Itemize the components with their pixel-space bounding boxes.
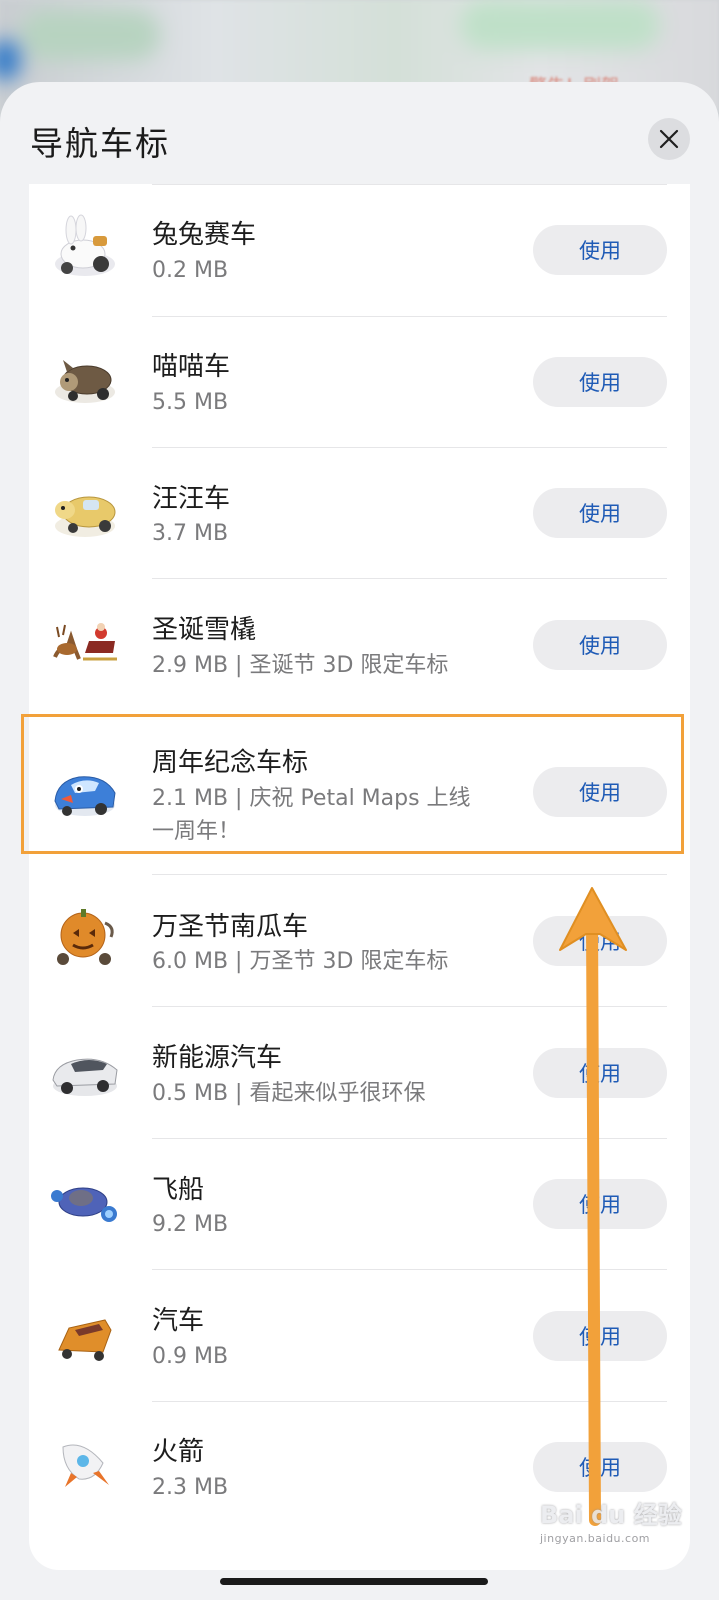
use-button[interactable]: 使用 (533, 488, 667, 538)
item-meta: 2.1 MB | 庆祝 Petal Maps 上线一周年！ (152, 786, 471, 844)
watermark-main: Bai du 经验 (540, 1501, 682, 1529)
watermark-sub: jingyan.baidu.com (540, 1532, 651, 1545)
home-indicator[interactable] (220, 1578, 488, 1585)
item-name: 飞船 (152, 1175, 205, 1205)
close-button[interactable] (648, 118, 690, 160)
pumpkin-car-icon (57, 909, 114, 965)
divider (152, 316, 667, 317)
item-name: 圣诞雪橇 (152, 615, 257, 645)
divider (152, 874, 667, 875)
item-meta: 9.2 MB (152, 1212, 229, 1237)
item-meta: 2.3 MB (152, 1475, 229, 1500)
item-name: 汪汪车 (152, 484, 231, 514)
divider (152, 447, 667, 448)
item-meta: 2.9 MB | 圣诞节 3D 限定车标 (152, 653, 449, 678)
rocket-icon (62, 1444, 109, 1487)
spaceship-icon (51, 1187, 117, 1222)
use-button[interactable]: 使用 (533, 357, 667, 407)
christmas-sleigh-icon (53, 623, 117, 661)
rabbit-car-icon (55, 214, 115, 276)
item-meta: 6.0 MB | 万圣节 3D 限定车标 (152, 949, 449, 974)
sheet-title: 导航车标 (30, 124, 170, 163)
close-icon (659, 129, 679, 149)
item-name: 汽车 (152, 1306, 205, 1336)
cat-car-icon (55, 360, 115, 403)
divider (152, 578, 667, 579)
item-name: 火箭 (152, 1437, 205, 1467)
dog-car-icon (55, 496, 116, 537)
item-name: 新能源汽车 (152, 1043, 283, 1073)
up-arrow-annotation (559, 887, 627, 1526)
item-meta: 3.7 MB (152, 521, 229, 546)
item-meta: 0.9 MB (152, 1344, 229, 1369)
car-icon (58, 1319, 112, 1361)
item-meta: 0.2 MB (152, 258, 229, 283)
ev-car-icon (52, 1058, 118, 1096)
item-name: 周年纪念车标 (152, 748, 309, 778)
use-button[interactable]: 使用 (533, 225, 667, 275)
use-button[interactable]: 使用 (533, 767, 667, 817)
anniversary-car-icon (54, 776, 116, 816)
watermark: Bai du 经验 jingyan.baidu.com (540, 1495, 682, 1545)
use-button[interactable]: 使用 (533, 620, 667, 670)
item-name: 喵喵车 (152, 352, 231, 382)
item-name: 万圣节南瓜车 (152, 912, 309, 942)
item-meta: 0.5 MB | 看起来似乎很环保 (152, 1081, 426, 1106)
item-meta: 5.5 MB (152, 390, 229, 415)
item-name: 兔兔赛车 (152, 220, 257, 250)
